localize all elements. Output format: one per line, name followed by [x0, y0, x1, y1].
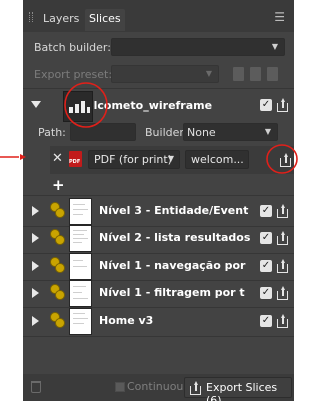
chevron-down-icon: ▼ [271, 42, 278, 51]
slice-row[interactable]: Nível 1 - navegação por ✓ [23, 251, 294, 281]
expand-triangle-icon[interactable] [32, 233, 39, 243]
export-preset-select[interactable]: ▼ [111, 65, 219, 83]
export-format-icon[interactable] [280, 153, 291, 167]
builder-label: Builder: [145, 126, 188, 139]
delete-preset-icon[interactable] [267, 67, 278, 81]
divider [23, 336, 294, 337]
slice-name: Nível 1 - navegação por [99, 259, 246, 272]
filename-value: welcom... [191, 153, 244, 166]
selected-slice-thumbnail [63, 91, 93, 122]
export-preset-label: Export preset: [34, 68, 113, 81]
export-icon[interactable] [277, 98, 288, 112]
format-value: PDF (for print) [94, 153, 172, 166]
slice-row[interactable]: Nível 3 - Entidade/Event ✓ [23, 196, 294, 226]
panel-tab-bar: Layers Slices ☰ [23, 0, 294, 32]
builder-select[interactable]: None ▼ [183, 123, 278, 141]
tab-slices[interactable]: Slices [85, 9, 125, 31]
expand-triangle-icon[interactable] [32, 206, 39, 216]
trash-icon[interactable] [31, 381, 41, 393]
path-field[interactable] [70, 123, 136, 141]
export-slices-label: Export Slices (6) [206, 381, 278, 401]
slice-checkbox[interactable]: ✓ [260, 287, 272, 299]
slice-checkbox[interactable]: ✓ [260, 315, 272, 327]
expand-triangle-icon[interactable] [32, 288, 39, 298]
slice-checkbox[interactable]: ✓ [260, 260, 272, 272]
artboard-icon [50, 312, 66, 330]
chevron-down-icon: ▼ [167, 154, 174, 163]
slice-name: Nível 3 - Entidade/Event [99, 204, 249, 217]
export-slices-button[interactable]: Export Slices (6) [184, 377, 292, 401]
panel-drag-handle[interactable] [29, 12, 33, 22]
add-format-icon[interactable]: + [52, 176, 65, 194]
collapse-triangle-icon[interactable] [31, 101, 41, 108]
slice-row[interactable]: Home v3 ✓ [23, 306, 294, 336]
new-preset-icon[interactable] [250, 67, 261, 81]
path-label: Path: [38, 126, 66, 139]
slice-checkbox[interactable]: ✓ [260, 232, 272, 244]
artboard-icon [50, 284, 66, 302]
export-icon[interactable] [277, 286, 288, 300]
export-icon[interactable] [277, 259, 288, 273]
slice-thumbnail [69, 198, 92, 225]
selected-slice-name: welcometo_wireframe [76, 99, 213, 112]
artboard-icon [50, 229, 66, 247]
slice-row[interactable]: Nível 1 - filtragem por t ✓ [23, 278, 294, 308]
tab-layers[interactable]: Layers [39, 9, 83, 31]
export-icon[interactable] [277, 314, 288, 328]
copy-preset-icon[interactable] [233, 67, 244, 81]
artboard-icon [50, 202, 66, 220]
continuous-label: Continuous [127, 380, 190, 393]
slice-thumbnail [69, 280, 92, 307]
batch-builder-label: Batch builder: [34, 41, 111, 54]
export-icon[interactable] [277, 204, 288, 218]
chevron-down-icon: ▼ [205, 69, 212, 78]
export-format-row: ✕ PDF PDF (for print) ▼ welcom... [50, 146, 294, 174]
selected-slice-checkbox[interactable]: ✓ [260, 99, 272, 111]
expand-triangle-icon[interactable] [32, 261, 39, 271]
slice-row[interactable]: Nível 2 - lista resultados ✓ [23, 223, 294, 253]
expand-triangle-icon[interactable] [32, 316, 39, 326]
continuous-checkbox[interactable] [115, 382, 125, 392]
builder-value: None [187, 126, 216, 139]
slice-name: Home v3 [99, 314, 154, 327]
batch-builder-select[interactable]: ▼ [111, 38, 285, 56]
artboard-icon [50, 257, 66, 275]
panel-footer: Continuous Export Slices (6) [23, 374, 294, 401]
chevron-down-icon: ▼ [264, 127, 271, 136]
slice-checkbox[interactable]: ✓ [260, 205, 272, 217]
pdf-file-icon: PDF [69, 151, 82, 167]
remove-format-icon[interactable]: ✕ [52, 151, 63, 166]
slice-thumbnail [69, 225, 92, 252]
slices-panel: Layers Slices ☰ Batch builder: ▼ Export … [23, 0, 294, 401]
format-select[interactable]: PDF (for print) ▼ [88, 150, 180, 169]
slice-thumbnail [69, 253, 92, 280]
slice-thumbnail [69, 308, 92, 335]
filename-field[interactable]: welcom... [185, 150, 249, 169]
export-icon[interactable] [277, 231, 288, 245]
export-icon [190, 381, 201, 395]
slice-name: Nível 1 - filtragem por t [99, 286, 245, 299]
slice-name: Nível 2 - lista resultados [99, 231, 251, 244]
panel-menu-icon[interactable]: ☰ [274, 10, 285, 24]
